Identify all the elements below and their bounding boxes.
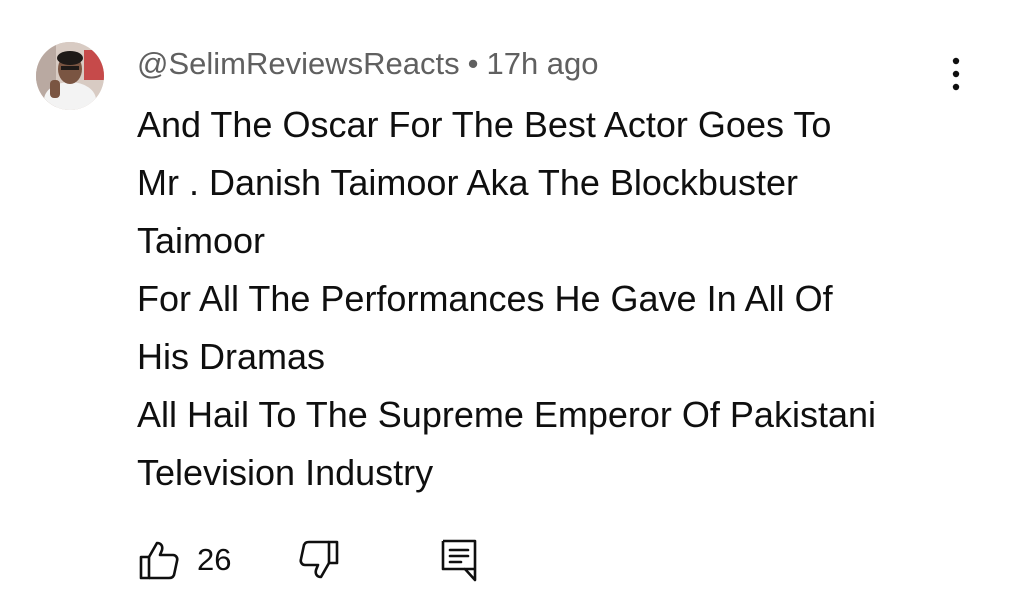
- comment-text-line: His Dramas: [137, 336, 326, 377]
- comment-reply-icon: [441, 539, 477, 582]
- comment-time[interactable]: 17h ago: [486, 46, 598, 81]
- author-name[interactable]: @SelimReviewsReacts: [137, 46, 460, 81]
- reply-button[interactable]: [439, 534, 479, 586]
- meta-separator: •: [467, 46, 479, 81]
- comment-menu-button[interactable]: [936, 52, 976, 96]
- avatar-image: [36, 42, 104, 110]
- dislike-button[interactable]: [297, 534, 341, 586]
- comment-text-line: Television Industry: [137, 452, 434, 493]
- more-vertical-icon: [952, 57, 960, 91]
- comment-text-line: All Hail To The Supreme Emperor Of Pakis…: [137, 394, 876, 435]
- comment-card: @SelimReviewsReacts • 17h ago And The Osca…: [0, 0, 1024, 616]
- avatar[interactable]: [36, 42, 104, 110]
- comment-text-line: For All The Performances He Gave In All …: [137, 278, 833, 319]
- comment-text: And The Oscar For The Best Actor Goes To…: [137, 96, 977, 502]
- comment-text-line: And The Oscar For The Best Actor Goes To: [137, 104, 832, 145]
- like-button[interactable]: 26: [137, 534, 231, 586]
- like-count: 26: [197, 542, 232, 577]
- thumbs-down-icon: [299, 540, 339, 579]
- comment-text-line: Taimoor: [137, 220, 266, 261]
- thumbs-up-icon: [139, 541, 179, 580]
- comment-text-line: Mr . Danish Taimoor Aka The Blockbuster: [137, 162, 798, 203]
- comment-meta: @SelimReviewsReacts • 17h ago: [137, 44, 599, 84]
